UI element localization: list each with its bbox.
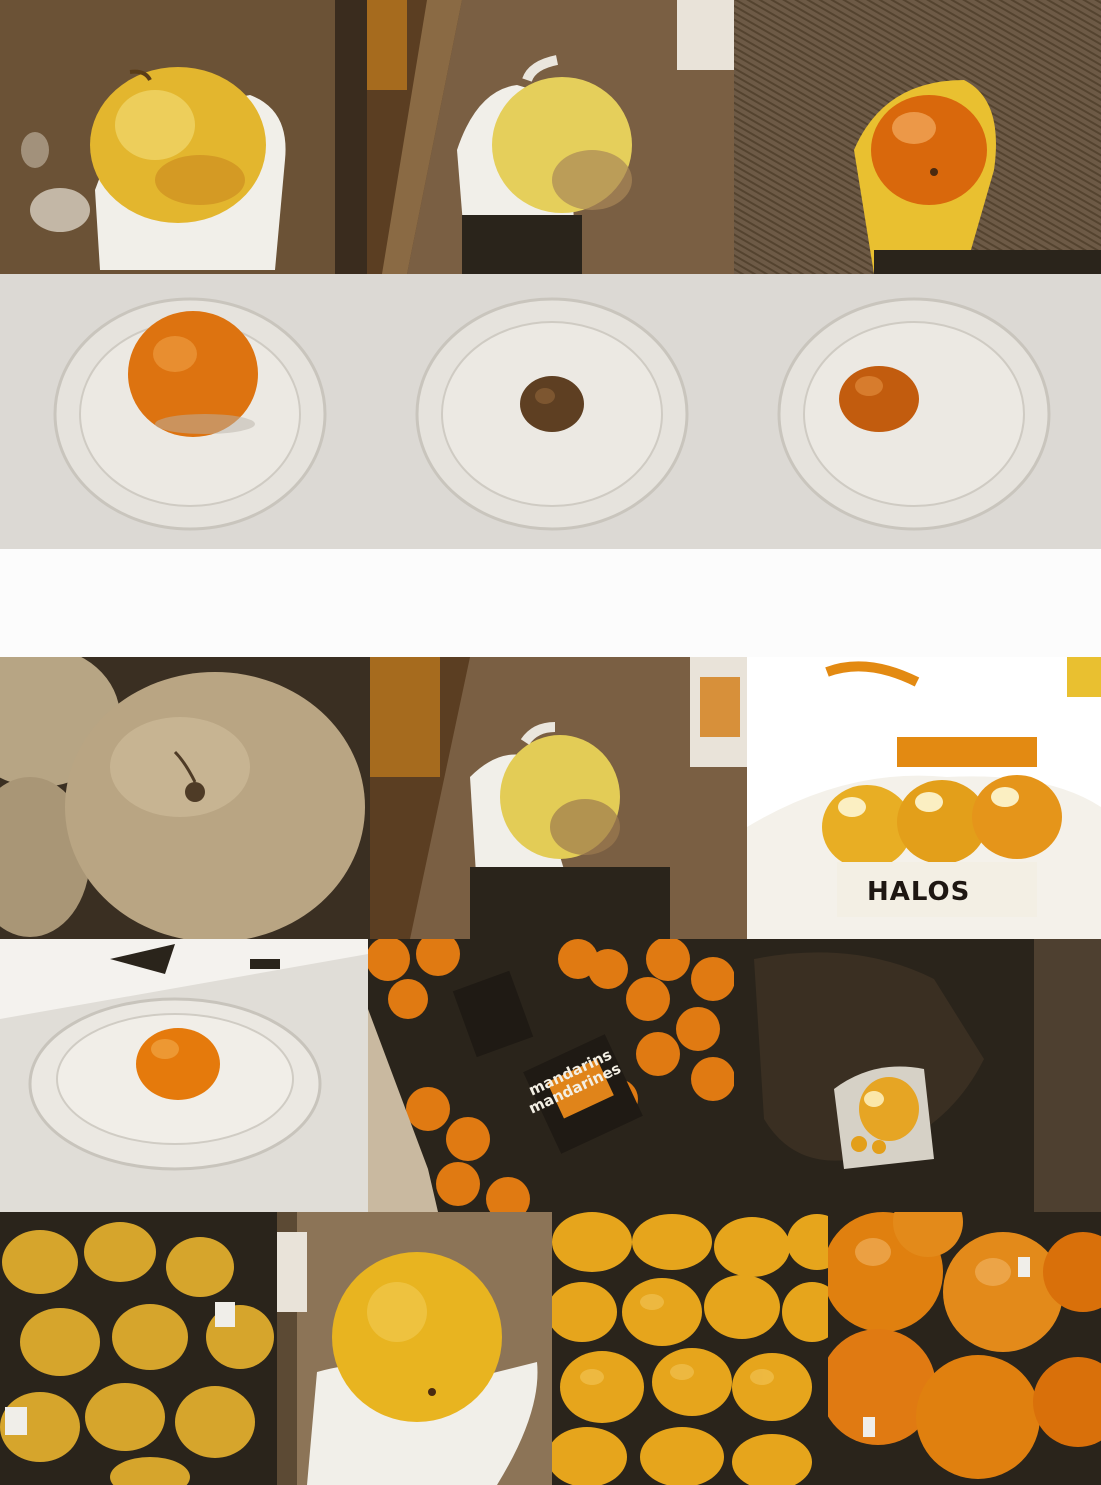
photo-apple-store-aisle-2 — [370, 657, 747, 939]
top-photo-grid — [0, 0, 1101, 549]
photo-apple-in-hand — [0, 0, 367, 274]
photo-lemon-on-plate — [734, 274, 1101, 549]
bottom-row-3 — [0, 1212, 1101, 1485]
photo-orange-in-hand — [277, 1212, 552, 1485]
bag-brand-text: HALOS — [867, 877, 970, 907]
photo-bag-held-dark — [734, 939, 1101, 1212]
photo-dark-fruit-on-plate — [367, 274, 734, 549]
photo-apple-closeup — [0, 657, 370, 939]
photo-apple-store-aisle — [367, 0, 734, 274]
photo-halos-bag: HALOS — [747, 657, 1101, 939]
photo-lemons-in-bin — [0, 1212, 277, 1485]
photo-lemons-pile — [552, 1212, 828, 1485]
photo-oranges-closeup — [828, 1212, 1101, 1485]
photo-lemon-on-plate-angled — [0, 939, 368, 1212]
bottom-row-1: HALOS — [0, 657, 1101, 939]
bottom-row-2: mandarins mandarines — [0, 939, 1101, 1212]
photo-orange-on-carpet — [734, 0, 1101, 274]
photo-mandarins-display: mandarins mandarines — [368, 939, 734, 1212]
photo-orange-on-plate — [0, 274, 367, 549]
